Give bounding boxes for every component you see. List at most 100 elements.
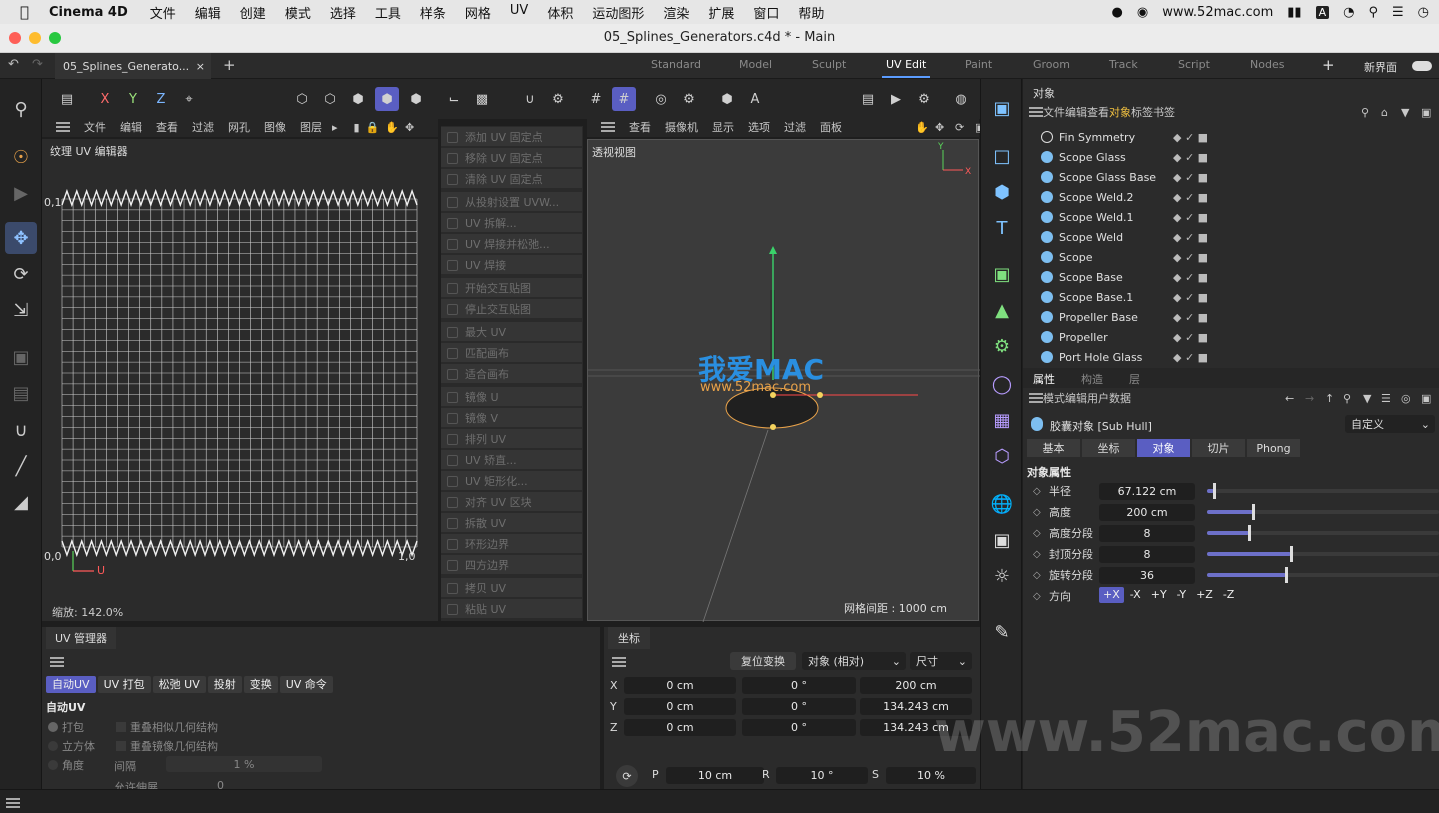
field-slider[interactable] — [1207, 567, 1439, 583]
viewport-menu-hamburger-icon[interactable] — [601, 122, 615, 132]
attribute-tab[interactable]: 属性 — [1033, 371, 1055, 387]
input-method-icon[interactable]: A — [1315, 5, 1330, 19]
move-view-icon[interactable]: ✥ — [405, 121, 414, 134]
coordinate-pos-field[interactable]: 0 cm — [624, 677, 736, 694]
menu-6[interactable]: 样条 — [420, 3, 446, 22]
object-menu-item[interactable]: 查看 — [1087, 104, 1109, 120]
x-axis-lock-button[interactable]: X — [93, 87, 117, 111]
object-flags[interactable]: ◆ ✓ ■ — [1173, 231, 1208, 244]
hand-icon[interactable]: ✋ — [385, 121, 399, 134]
cube-view-icon[interactable]: ▣ — [986, 93, 1018, 123]
field-value-input[interactable]: 67.122 cm — [1099, 482, 1195, 500]
selection-tool-icon[interactable]: ▶ — [5, 177, 37, 209]
direction-button[interactable]: -Z — [1219, 587, 1239, 603]
object-row[interactable]: Port Hole Glass ◆ ✓ ■ — [1033, 347, 1433, 367]
uv-command-button[interactable]: 镜像 V — [441, 408, 582, 427]
object-flags[interactable]: ◆ ✓ ■ — [1173, 351, 1208, 364]
keyframe-diamond-icon[interactable]: ◇ — [1033, 507, 1041, 518]
plane-icon[interactable]: □ — [986, 141, 1018, 171]
attribute-tab[interactable]: 构造 — [1081, 371, 1103, 387]
object-row[interactable]: Fin Symmetry ◆ ✓ ■ — [1033, 127, 1433, 147]
z-axis-lock-button[interactable]: Z — [149, 87, 173, 111]
clock-icon[interactable]: ◷ — [1418, 5, 1429, 20]
menu-14[interactable]: 帮助 — [798, 3, 824, 22]
direction-button[interactable]: -Y — [1173, 587, 1190, 603]
coordinate-rot-field[interactable]: 0 ° — [742, 698, 856, 715]
attr-new-window-icon[interactable]: ▣ — [1421, 392, 1431, 405]
attr-list-icon[interactable]: ☰ — [1381, 392, 1391, 405]
uv-menu-item[interactable]: 图层 — [300, 119, 322, 135]
layout-tab-4[interactable]: Paint — [965, 58, 992, 71]
filter-icon[interactable]: ▼ — [1401, 106, 1409, 119]
document-tab[interactable]: 05_Splines_Generato... × — [55, 53, 211, 79]
uv-command-button[interactable]: 拆散 UV — [441, 513, 582, 532]
uv-command-button[interactable]: 环形边界 — [441, 534, 582, 553]
forward-arrow-icon[interactable]: → — [1305, 392, 1314, 405]
slider-knob[interactable] — [1289, 546, 1293, 562]
uv-command-button[interactable]: 镜像 U — [441, 387, 582, 406]
object-flags[interactable]: ◆ ✓ ■ — [1173, 291, 1208, 304]
uv-command-button[interactable]: UV 矩形化... — [441, 471, 582, 490]
field-value-input[interactable]: 8 — [1099, 524, 1195, 542]
live-selection-icon[interactable]: ☉ — [5, 141, 37, 173]
layout-tab-7[interactable]: Script — [1178, 58, 1210, 71]
reset-pivot-icon[interactable]: ⟳ — [616, 765, 638, 787]
knife-icon[interactable]: ╱ — [5, 450, 37, 482]
menu-8[interactable]: UV — [510, 3, 528, 22]
extrude-icon[interactable]: ◢ — [5, 486, 37, 518]
uv-menu-item[interactable]: 网孔 — [228, 119, 250, 135]
notification-icon[interactable]: ● — [1112, 5, 1123, 20]
uv-manager-button[interactable]: 松弛 UV — [152, 676, 206, 693]
keyframe-diamond-icon[interactable]: ◇ — [1033, 486, 1041, 497]
auto-icon[interactable]: A — [743, 87, 767, 111]
object-row[interactable]: Propeller ◆ ✓ ■ — [1033, 327, 1433, 347]
menu-1[interactable]: 编辑 — [195, 3, 221, 22]
menu-2[interactable]: 创建 — [240, 3, 266, 22]
layout-tab-2[interactable]: Sculpt — [812, 58, 846, 71]
new-window-icon[interactable]: ▣ — [1421, 106, 1431, 119]
perspective-viewport[interactable]: 透视视图 Y X 我爱MAC www.52mac.com 网格间距 : 1000… — [587, 139, 980, 622]
dolly-icon[interactable]: ✥ — [935, 121, 944, 134]
slider-knob[interactable] — [1284, 567, 1288, 583]
uv-command-button[interactable]: 从投射设置 UVW... — [441, 192, 582, 211]
direction-button[interactable]: +X — [1099, 587, 1124, 603]
up-arrow-icon[interactable]: ↑ — [1325, 392, 1334, 405]
rotate-tool-icon[interactable]: ⟳ — [5, 258, 37, 290]
viewport-menu-item[interactable]: 摄像机 — [665, 119, 698, 135]
uv-command-button[interactable]: 对齐 UV 区块 — [441, 492, 582, 511]
s-step-field[interactable]: 10 % — [886, 767, 976, 784]
object-flags[interactable]: ◆ ✓ ■ — [1173, 251, 1208, 264]
attribute-tab[interactable]: 层 — [1129, 371, 1140, 387]
uv-editor-panel[interactable]: 纹理 UV 编辑器 0,1 0,0 1,0 U 缩放: 142.0% — [42, 139, 438, 621]
menu-4[interactable]: 选择 — [330, 3, 356, 22]
field-slider[interactable] — [1207, 525, 1439, 541]
object-row[interactable]: Scope Weld.1 ◆ ✓ ■ — [1033, 207, 1433, 227]
size-mode-dropdown[interactable]: 尺寸 ⌄ — [910, 652, 972, 670]
object-row[interactable]: Scope Base.1 ◆ ✓ ■ — [1033, 287, 1433, 307]
menu-9[interactable]: 体积 — [547, 3, 573, 22]
pan-icon[interactable]: ✋ — [915, 121, 929, 134]
reset-transform-button[interactable]: 复位变换 — [730, 652, 796, 670]
auto-uv-option[interactable]: 角度 — [48, 757, 84, 773]
menu-5[interactable]: 工具 — [375, 3, 401, 22]
symmetry-icon[interactable]: ◎ — [649, 87, 673, 111]
layout-tab-6[interactable]: Track — [1109, 58, 1138, 71]
object-flags[interactable]: ◆ ✓ ■ — [1173, 211, 1208, 224]
attr-target-icon[interactable]: ◎ — [1401, 392, 1411, 405]
uv-command-button[interactable]: UV 矫直... — [441, 450, 582, 469]
uv-manager-button[interactable]: 投射 — [207, 676, 242, 693]
app-name-menu[interactable]: Cinema 4D — [49, 5, 128, 20]
bell-icon[interactable]: ◉ — [1137, 5, 1148, 20]
add-tab-icon[interactable]: + — [223, 56, 236, 74]
subdivision-icon[interactable]: ▣ — [986, 259, 1018, 289]
coordinates-hamburger-icon[interactable] — [612, 657, 626, 667]
menu-13[interactable]: 窗口 — [753, 3, 779, 22]
field-value-input[interactable]: 36 — [1099, 566, 1195, 584]
menu-11[interactable]: 渲染 — [663, 3, 689, 22]
apple-icon[interactable]:  — [20, 3, 29, 21]
object-row[interactable]: Scope Glass ◆ ✓ ■ — [1033, 147, 1433, 167]
polygons-mode-icon[interactable]: ⬢ — [346, 87, 370, 111]
attribute-menu-hamburger-icon[interactable] — [1029, 393, 1043, 403]
uv-polygons-mode-icon[interactable]: ⬢ — [375, 87, 399, 111]
uv-command-button[interactable]: 拷贝 UV — [441, 578, 582, 597]
